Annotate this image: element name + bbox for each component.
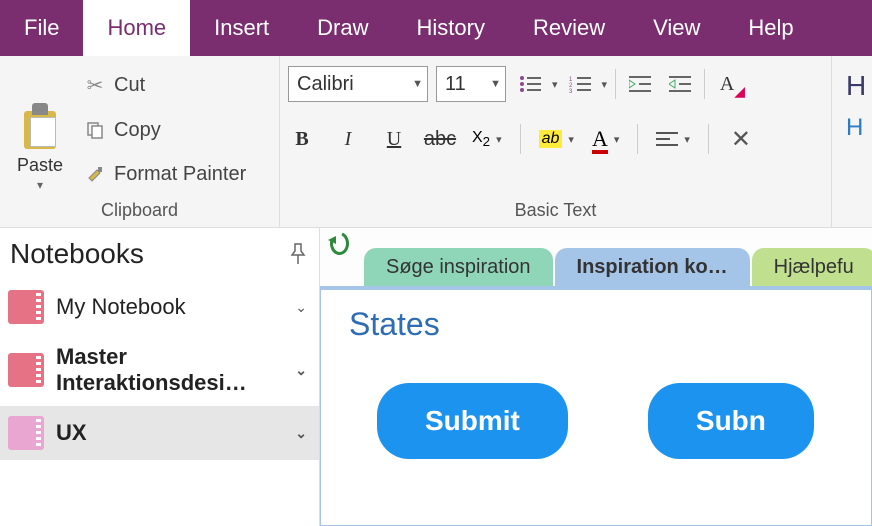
align-button[interactable]: ▾ — [656, 131, 690, 147]
chevron-down-icon: ⌄ — [295, 362, 307, 379]
outdent-button[interactable] — [624, 70, 656, 98]
tab-insert[interactable]: Insert — [190, 0, 293, 56]
notebook-label: My Notebook — [56, 294, 283, 320]
tab-help[interactable]: Help — [724, 0, 817, 56]
bold-button[interactable]: B — [288, 125, 316, 153]
scissors-icon: ✂ — [84, 73, 106, 98]
ribbon-group-basic-text: Calibri ▼ 11 ▼ ▾ 123 ▾ — [280, 56, 832, 227]
ribbon-group-clipboard: Paste ▾ ✂ Cut Copy Form — [0, 56, 280, 227]
page-body[interactable]: States Submit Subn — [320, 286, 872, 526]
svg-text:3: 3 — [569, 89, 573, 93]
notebook-icon — [8, 416, 44, 450]
format-painter-label: Format Painter — [114, 163, 246, 186]
page-content-image: Submit Subn — [349, 383, 843, 459]
section-tab-hjaelpe[interactable]: Hjælpefu — [752, 248, 872, 290]
format-painter-button[interactable]: Format Painter — [78, 159, 252, 190]
copy-button[interactable]: Copy — [78, 115, 252, 146]
tab-history[interactable]: History — [393, 0, 509, 56]
separator — [615, 69, 616, 99]
separator — [637, 124, 638, 154]
subscript-button[interactable]: X2▾ — [472, 129, 502, 149]
page-title[interactable]: States — [349, 306, 843, 343]
chevron-down-icon: ⌄ — [295, 425, 307, 442]
tab-draw[interactable]: Draw — [293, 0, 392, 56]
submit-graphic-2: Subn — [648, 383, 814, 459]
underline-button[interactable]: U — [380, 125, 408, 153]
bullet-list-button[interactable] — [514, 70, 546, 98]
chevron-down-icon[interactable]: ▾ — [602, 78, 608, 91]
section-tab-inspiration[interactable]: Inspiration ko… — [555, 248, 750, 290]
separator — [704, 69, 705, 99]
tab-view[interactable]: View — [629, 0, 724, 56]
ribbon: Paste ▾ ✂ Cut Copy Form — [0, 56, 872, 228]
notebook-icon — [8, 290, 44, 324]
notebook-label: UX — [56, 420, 283, 446]
separator — [708, 124, 709, 154]
font-family-value: Calibri — [297, 73, 354, 96]
undo-icon[interactable] — [328, 230, 350, 256]
copy-label: Copy — [114, 119, 161, 142]
paste-button[interactable]: Paste ▾ — [8, 62, 72, 196]
workspace: Notebooks My Notebook ⌄ Master Interakti… — [0, 228, 872, 526]
notebook-icon — [8, 353, 44, 387]
group-label-clipboard: Clipboard — [8, 196, 271, 223]
notebook-item-my-notebook[interactable]: My Notebook ⌄ — [0, 280, 319, 334]
paste-label: Paste — [17, 155, 63, 176]
ribbon-group-headings: H H — [832, 56, 872, 227]
font-color-button[interactable]: A▾ — [592, 126, 619, 152]
tab-review[interactable]: Review — [509, 0, 629, 56]
delete-button[interactable]: ✕ — [727, 125, 755, 153]
heading2-preview[interactable]: H — [846, 114, 858, 142]
chevron-down-icon: ⌄ — [295, 299, 307, 316]
notebook-item-master[interactable]: Master Interaktionsdesi… ⌄ — [0, 334, 319, 406]
notebook-label: Master Interaktionsdesi… — [56, 344, 283, 396]
italic-button[interactable]: I — [334, 125, 362, 153]
cut-button[interactable]: ✂ Cut — [78, 69, 252, 102]
font-size-value: 11 — [445, 73, 466, 96]
pin-icon[interactable] — [289, 243, 307, 265]
notebook-item-ux[interactable]: UX ⌄ — [0, 406, 319, 460]
tab-home[interactable]: Home — [83, 0, 190, 56]
tab-file[interactable]: File — [0, 0, 83, 56]
chevron-down-icon[interactable]: ▾ — [37, 178, 43, 192]
paintbrush-icon — [84, 164, 106, 184]
chevron-down-icon[interactable]: ▾ — [552, 78, 558, 91]
submit-graphic-1: Submit — [377, 383, 568, 459]
numbered-list-button[interactable]: 123 — [564, 70, 596, 98]
section-tab-soge[interactable]: Søge inspiration — [364, 248, 553, 290]
font-size-selector[interactable]: 11 ▼ — [436, 66, 506, 102]
menu-bar: File Home Insert Draw History Review Vie… — [0, 0, 872, 56]
highlight-button[interactable]: ab▾ — [539, 130, 574, 148]
cut-label: Cut — [114, 74, 145, 97]
chevron-down-icon: ▼ — [490, 78, 501, 90]
indent-button[interactable] — [664, 70, 696, 98]
font-family-selector[interactable]: Calibri ▼ — [288, 66, 428, 102]
notebooks-sidebar: Notebooks My Notebook ⌄ Master Interakti… — [0, 228, 320, 526]
separator — [520, 124, 521, 154]
sidebar-title: Notebooks — [10, 238, 144, 270]
chevron-down-icon: ▼ — [412, 78, 423, 90]
strikethrough-button[interactable]: abc — [426, 125, 454, 153]
canvas-area: Søge inspiration Inspiration ko… Hjælpef… — [320, 228, 872, 526]
section-tabs: Søge inspiration Inspiration ko… Hjælpef… — [364, 248, 872, 290]
clipboard-icon — [20, 103, 60, 151]
copy-icon — [84, 120, 106, 140]
clear-formatting-button[interactable]: A◢ — [713, 70, 741, 98]
heading1-preview[interactable]: H — [846, 70, 858, 102]
group-label-basic-text: Basic Text — [288, 196, 823, 223]
